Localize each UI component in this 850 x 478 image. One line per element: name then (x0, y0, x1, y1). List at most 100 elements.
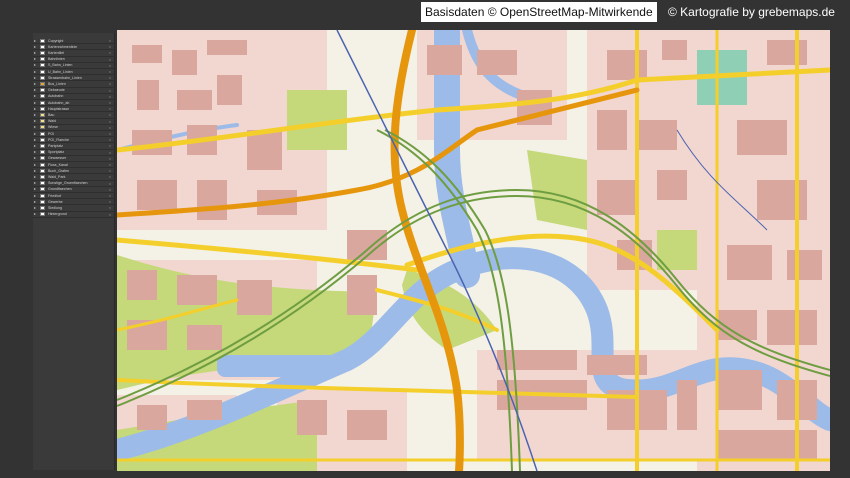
visibility-toggle-icon[interactable]: ○ (109, 38, 111, 43)
layer-color-swatch (40, 187, 45, 192)
layer-color-swatch (40, 205, 45, 210)
layer-color-swatch (40, 75, 45, 80)
layer-color-swatch (40, 57, 45, 62)
layer-name: Gewerbe (48, 199, 63, 204)
visibility-toggle-icon[interactable]: ○ (109, 125, 111, 130)
layer-name: Wiese (48, 125, 58, 130)
expand-arrow-icon[interactable]: ▸ (34, 162, 38, 168)
visibility-toggle-icon[interactable]: ○ (109, 205, 111, 210)
visibility-toggle-icon[interactable]: ○ (109, 187, 111, 192)
visibility-toggle-icon[interactable]: ○ (109, 88, 111, 93)
visibility-toggle-icon[interactable]: ○ (109, 156, 111, 161)
visibility-toggle-icon[interactable]: ○ (109, 174, 111, 179)
layer-name: U_Bahn_Linien (48, 69, 73, 74)
visibility-toggle-icon[interactable]: ○ (109, 69, 111, 74)
layer-name: Wald (48, 119, 57, 124)
layer-color-swatch (40, 168, 45, 173)
visibility-toggle-icon[interactable]: ○ (109, 143, 111, 148)
visibility-toggle-icon[interactable]: ○ (109, 94, 111, 99)
expand-arrow-icon[interactable]: ▸ (34, 44, 38, 50)
visibility-toggle-icon[interactable]: ○ (109, 193, 111, 198)
layer-color-swatch (40, 162, 45, 167)
expand-arrow-icon[interactable]: ▸ (34, 56, 38, 62)
visibility-toggle-icon[interactable]: ○ (109, 137, 111, 142)
expand-arrow-icon[interactable]: ▸ (34, 137, 38, 143)
expand-arrow-icon[interactable]: ▸ (34, 100, 38, 106)
visibility-toggle-icon[interactable]: ○ (109, 212, 111, 217)
layer-color-swatch (40, 94, 45, 99)
visibility-toggle-icon[interactable]: ○ (109, 63, 111, 68)
layer-name: Gewaesser (48, 156, 67, 161)
expand-arrow-icon[interactable]: ▸ (34, 186, 38, 192)
visibility-toggle-icon[interactable]: ○ (109, 181, 111, 186)
visibility-toggle-icon[interactable]: ○ (109, 75, 111, 80)
city-map-canvas[interactable] (117, 30, 830, 471)
expand-arrow-icon[interactable]: ▸ (34, 106, 38, 112)
basin (217, 355, 337, 377)
layer-name: Autobahn_ab (48, 100, 70, 105)
expand-arrow-icon[interactable]: ▸ (34, 180, 38, 186)
layer-row[interactable]: ▸ Hintergrund ○ (33, 211, 115, 218)
expand-arrow-icon[interactable]: ▸ (34, 199, 38, 205)
expand-arrow-icon[interactable]: ▸ (34, 75, 38, 81)
layer-name: Hintergrund (48, 212, 67, 217)
layer-color-swatch (40, 174, 45, 179)
visibility-toggle-icon[interactable]: ○ (109, 81, 111, 86)
layer-name: POI (48, 131, 55, 136)
expand-arrow-icon[interactable]: ▸ (34, 155, 38, 161)
expand-arrow-icon[interactable]: ▸ (34, 211, 38, 217)
layer-color-swatch (40, 88, 45, 93)
layer-color-swatch (40, 100, 45, 105)
layer-name: Hauptstrasse (48, 106, 70, 111)
visibility-toggle-icon[interactable]: ○ (109, 112, 111, 117)
expand-arrow-icon[interactable]: ▸ (34, 38, 38, 44)
osm-attribution: Basisdaten © OpenStreetMap-Mitwirkende (421, 2, 657, 22)
layer-name: S_Bahn_Linien (48, 63, 73, 68)
layer-name: Kartenrahmenlinie (48, 44, 78, 49)
visibility-toggle-icon[interactable]: ○ (109, 106, 111, 111)
visibility-toggle-icon[interactable]: ○ (109, 100, 111, 105)
visibility-toggle-icon[interactable]: ○ (109, 119, 111, 124)
layer-color-swatch (40, 156, 45, 161)
visibility-toggle-icon[interactable]: ○ (109, 162, 111, 167)
expand-arrow-icon[interactable]: ▸ (34, 112, 38, 118)
expand-arrow-icon[interactable]: ▸ (34, 143, 38, 149)
expand-arrow-icon[interactable]: ▸ (34, 149, 38, 155)
visibility-toggle-icon[interactable]: ○ (109, 168, 111, 173)
expand-arrow-icon[interactable]: ▸ (34, 50, 38, 56)
expand-arrow-icon[interactable]: ▸ (34, 193, 38, 199)
visibility-toggle-icon[interactable]: ○ (109, 50, 111, 55)
layer-color-swatch (40, 106, 45, 111)
expand-arrow-icon[interactable]: ▸ (34, 168, 38, 174)
layer-name: Kartentitel (48, 50, 65, 55)
layer-color-swatch (40, 69, 45, 74)
visibility-toggle-icon[interactable]: ○ (109, 131, 111, 136)
layer-name: Siedlung (48, 205, 62, 210)
layer-name: Grundflaechen (48, 187, 72, 192)
layer-name: Wald_Park (48, 174, 66, 179)
expand-arrow-icon[interactable]: ▸ (34, 118, 38, 124)
layer-color-swatch (40, 150, 45, 155)
expand-arrow-icon[interactable]: ▸ (34, 69, 38, 75)
expand-arrow-icon[interactable]: ▸ (34, 124, 38, 130)
layers-panel: ▸ Copyright ○ ▸ Kartenrahmenlinie ○ ▸ Kartentit… (33, 33, 115, 470)
layer-name: Bus_Linien (48, 81, 66, 86)
layer-name: Copyright (48, 38, 64, 43)
layer-name: Bahnlinien (48, 57, 65, 62)
layer-color-swatch (40, 199, 45, 204)
expand-arrow-icon[interactable]: ▸ (34, 93, 38, 99)
visibility-toggle-icon[interactable]: ○ (109, 150, 111, 155)
expand-arrow-icon[interactable]: ▸ (34, 62, 38, 68)
visibility-toggle-icon[interactable]: ○ (109, 44, 111, 49)
layer-color-swatch (40, 193, 45, 198)
expand-arrow-icon[interactable]: ▸ (34, 131, 38, 137)
expand-arrow-icon[interactable]: ▸ (34, 87, 38, 93)
expand-arrow-icon[interactable]: ▸ (34, 81, 38, 87)
layer-color-swatch (40, 125, 45, 130)
expand-arrow-icon[interactable]: ▸ (34, 205, 38, 211)
visibility-toggle-icon[interactable]: ○ (109, 57, 111, 62)
expand-arrow-icon[interactable]: ▸ (34, 174, 38, 180)
layer-color-swatch (40, 212, 45, 217)
layer-color-swatch (40, 137, 45, 142)
visibility-toggle-icon[interactable]: ○ (109, 199, 111, 204)
